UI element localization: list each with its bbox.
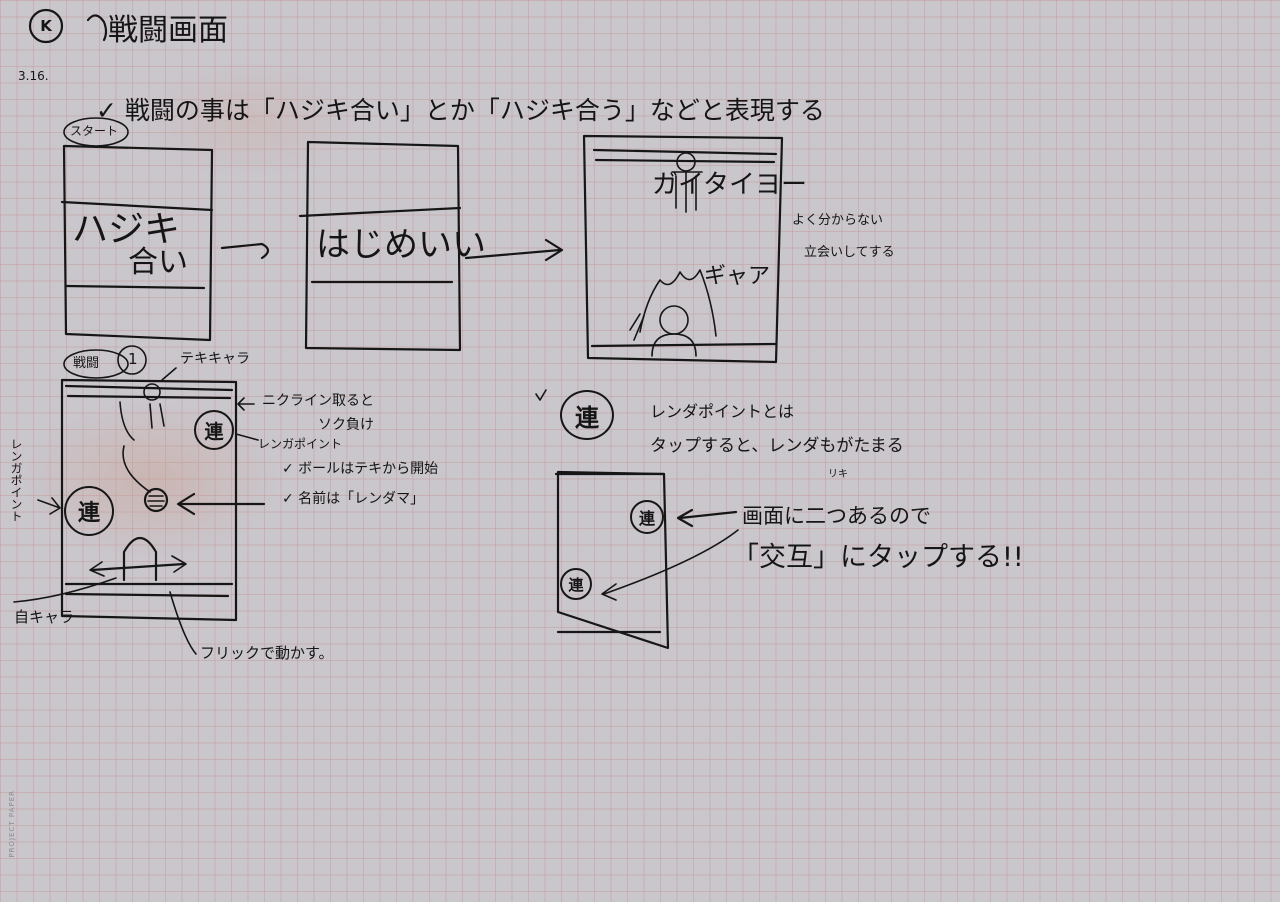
battle-enemy-line1 [64, 384, 234, 392]
renga-point-left[interactable]: 連 [64, 486, 114, 536]
section-mark: K [40, 17, 52, 35]
enemy-label-leader [161, 367, 177, 381]
ball-hatching [147, 495, 165, 507]
panel-2-line-top [298, 206, 462, 218]
panel-1-line-bottom [64, 284, 206, 290]
arrow-1 [220, 242, 270, 260]
start-label: スタート [70, 124, 119, 138]
panel-1-text-line1: ハジキ [72, 209, 181, 250]
flick-note: フリックで動かす。 [200, 644, 334, 662]
own-char-label: 自キャラ [14, 608, 75, 626]
date-label: 3.16. [18, 69, 49, 83]
flick-note-leader [169, 591, 197, 655]
tap-arrow-2 [601, 529, 739, 601]
page-title: 戦闘画面 [108, 13, 228, 48]
sketch-drawing [13, 8, 784, 655]
renga-label-left: レンガポイント [9, 438, 23, 522]
renga-point-example: 連 [560, 390, 614, 440]
phone-renga-point-bottom[interactable]: 連 [560, 568, 592, 600]
panel-3-bottom-text: ギャア [704, 264, 771, 289]
enemy-char-label: テキキャラ [180, 351, 250, 367]
ball-note-line2: ✓ 名前は「レンダマ」 [282, 491, 425, 507]
renga-point-right[interactable]: 連 [194, 410, 234, 450]
battle-tab-number: 1 [128, 350, 138, 368]
enemy-char-body [119, 401, 165, 441]
phone-frame [556, 470, 670, 650]
title-tick [86, 14, 108, 42]
ball-note-line1: ✓ ボールはテキから開始 [282, 461, 439, 477]
ball-path [122, 445, 151, 493]
battle-enemy-line2 [66, 394, 232, 400]
tap-note-line1: 画面に二つあるので [742, 504, 931, 528]
tap-note-line2: 「交互」にタップする!! [732, 542, 1024, 573]
renga-left-arrow [37, 497, 61, 515]
panel-1-text-line2: 合い [128, 245, 188, 280]
flick-line [90, 562, 186, 572]
renga-label-right: レンガポイント [258, 437, 343, 451]
paper-brand: PROJECT PAPER [8, 790, 16, 858]
panel-3-line-top2 [594, 158, 776, 164]
panel-3-line-bottom [590, 342, 778, 348]
side-note-line2: 立会いしてする [804, 245, 895, 260]
renga-desc-line2: タップすると、レンダもがたまる [650, 436, 904, 456]
flame-marks [629, 313, 645, 341]
own-char [122, 536, 158, 582]
side-note-line1: よく分からない [792, 213, 884, 228]
line-note-line2: ソク負け [318, 417, 374, 433]
tap-arrow-1 [676, 508, 738, 528]
renga-desc-sub: リキ [828, 469, 848, 480]
intro-note: ✓ 戦闘の事は「ハジキ合い」とか「ハジキ合う」などと表現する [96, 96, 825, 125]
own-char-leader [13, 577, 117, 603]
battle-own-line2 [64, 592, 230, 598]
phone-renga-point-top[interactable]: 連 [630, 500, 664, 534]
panel-3-top-text: ガイタイヨー [652, 170, 807, 200]
line-note-line1: ニクライン取ると [262, 393, 374, 409]
ball-renda [143, 487, 169, 513]
own-figure-head [659, 305, 689, 335]
renga-right-leader [235, 433, 259, 441]
line-note-arrow [237, 397, 255, 411]
renga-check [535, 389, 547, 401]
renga-desc-line1: レンダポイントとは [650, 402, 795, 421]
battle-tab-label: 戦闘 [73, 356, 100, 371]
panel-2-text: はじめいい [316, 225, 486, 265]
